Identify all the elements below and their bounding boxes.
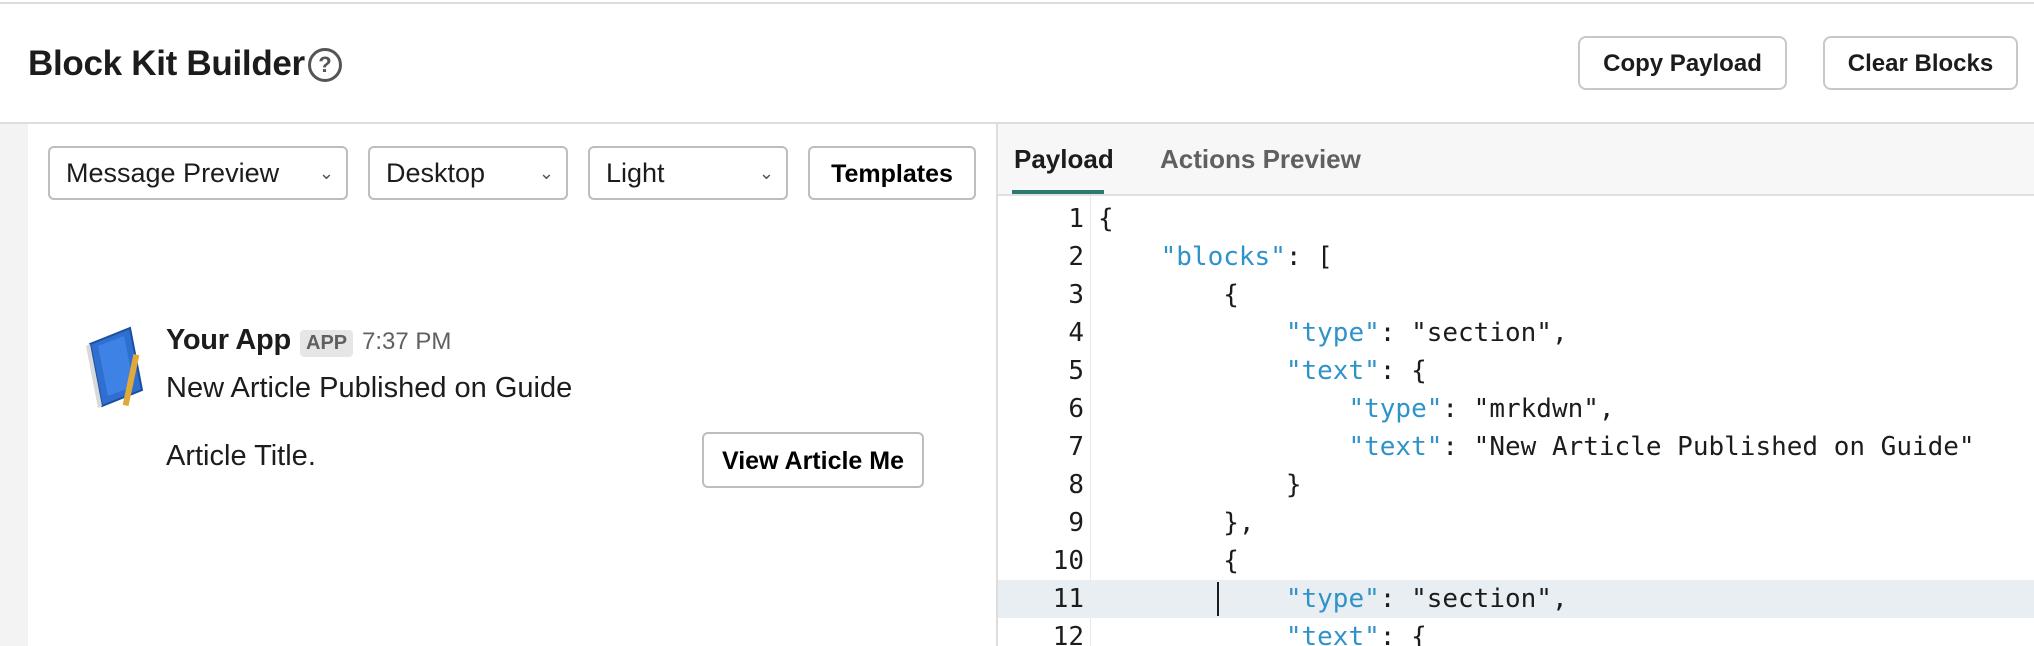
view-article-button[interactable]: View Article Me	[702, 432, 924, 488]
line-number: 11	[1052, 584, 1084, 614]
code-line[interactable]: 11 "type": "section",	[998, 580, 2034, 618]
line-number: 8	[1068, 470, 1084, 500]
copy-payload-button[interactable]: Copy Payload	[1578, 36, 1787, 90]
chevron-down-icon: ⌄	[318, 163, 334, 183]
line-number: 1	[1068, 204, 1084, 234]
json-value: {	[1223, 546, 1239, 576]
help-icon[interactable]: ?	[308, 48, 342, 82]
code-line[interactable]: 1{	[998, 200, 2034, 238]
json-value: {	[1098, 204, 1114, 234]
message-timestamp[interactable]: 7:37 PM	[362, 328, 451, 356]
json-key: "blocks"	[1160, 242, 1286, 272]
code-text: }	[1098, 466, 1302, 504]
theme-select[interactable]: Light ⌄	[588, 146, 788, 200]
json-value: : [	[1285, 242, 1333, 272]
code-text: {	[1098, 200, 1114, 238]
payload-panel: Payload Actions Preview 1{2 "blocks": [3…	[998, 124, 2034, 646]
article-title-text: Article Title.	[166, 440, 316, 472]
app-badge: APP	[300, 330, 354, 357]
json-key: "text"	[1285, 356, 1380, 386]
code-text: "type": "section",	[1098, 580, 1568, 618]
header-bar: Block Kit Builder ? Copy Payload Clear B…	[0, 4, 2034, 124]
code-line[interactable]: 8 }	[998, 466, 2034, 504]
clear-blocks-button[interactable]: Clear Blocks	[1823, 36, 2018, 90]
json-value: {	[1223, 280, 1239, 310]
code-text: },	[1098, 504, 1255, 542]
chevron-down-icon: ⌄	[538, 163, 554, 183]
tab-payload[interactable]: Payload	[1014, 144, 1114, 175]
code-line[interactable]: 3 {	[998, 276, 2034, 314]
line-number: 9	[1068, 508, 1084, 538]
line-number: 2	[1068, 242, 1084, 272]
json-editor[interactable]: 1{2 "blocks": [3 {4 "type": "section", 5 …	[998, 196, 2034, 646]
code-text: "text": {	[1098, 352, 1427, 390]
book-icon	[84, 320, 144, 412]
code-text: {	[1098, 542, 1239, 580]
json-key: "text"	[1285, 622, 1380, 646]
message-text: New Article Published on Guide	[166, 372, 573, 404]
chevron-down-icon: ⌄	[758, 163, 774, 183]
code-text: "text": "New Article Published on Guide"	[1098, 428, 1975, 466]
json-key: "type"	[1285, 584, 1380, 614]
json-key: "type"	[1348, 394, 1443, 424]
code-line[interactable]: 10 {	[998, 542, 2034, 580]
json-key: "type"	[1285, 318, 1380, 348]
code-text: "type": "mrkdwn",	[1098, 390, 1615, 428]
code-line[interactable]: 2 "blocks": [	[998, 238, 2034, 276]
json-value: : "mrkdwn",	[1442, 394, 1615, 424]
json-value: : "section",	[1379, 584, 1568, 614]
device-select[interactable]: Desktop ⌄	[368, 146, 568, 200]
json-value: : {	[1379, 356, 1427, 386]
json-value: },	[1223, 508, 1255, 538]
device-value: Desktop	[386, 158, 486, 188]
line-number: 3	[1068, 280, 1084, 310]
theme-value: Light	[606, 158, 665, 188]
line-number: 7	[1068, 432, 1084, 462]
line-number: 5	[1068, 356, 1084, 386]
preview-mode-select[interactable]: Message Preview ⌄	[48, 146, 348, 200]
app-name[interactable]: Your App	[166, 324, 291, 357]
templates-button[interactable]: Templates	[808, 146, 976, 200]
code-line[interactable]: 12 "text": {	[998, 618, 2034, 646]
preview-mode-value: Message Preview	[66, 158, 280, 188]
page-title: Block Kit Builder	[28, 44, 305, 83]
preview-panel: Message Preview ⌄ Desktop ⌄ Light ⌄ Temp…	[28, 124, 996, 646]
line-number: 4	[1068, 318, 1084, 348]
code-line[interactable]: 5 "text": {	[998, 352, 2034, 390]
code-text: {	[1098, 276, 1239, 314]
code-line[interactable]: 7 "text": "New Article Published on Guid…	[998, 428, 2034, 466]
line-number: 6	[1068, 394, 1084, 424]
code-line[interactable]: 6 "type": "mrkdwn",	[998, 390, 2034, 428]
code-line[interactable]: 4 "type": "section",	[998, 314, 2034, 352]
json-value: : "section",	[1379, 318, 1568, 348]
json-value: : "New Article Published on Guide"	[1442, 432, 1975, 462]
code-line[interactable]: 9 },	[998, 504, 2034, 542]
left-gutter-strip	[0, 124, 28, 646]
code-text: "blocks": [	[1098, 238, 1333, 276]
json-key: "text"	[1348, 432, 1443, 462]
text-cursor	[1217, 582, 1219, 616]
code-text: "type": "section",	[1098, 314, 1568, 352]
line-number: 10	[1052, 546, 1084, 576]
line-number: 12	[1052, 622, 1084, 646]
code-text: "text": {	[1098, 618, 1427, 646]
json-value: }	[1285, 470, 1302, 500]
tab-actions-preview[interactable]: Actions Preview	[1160, 144, 1361, 175]
json-value: : {	[1379, 622, 1427, 646]
